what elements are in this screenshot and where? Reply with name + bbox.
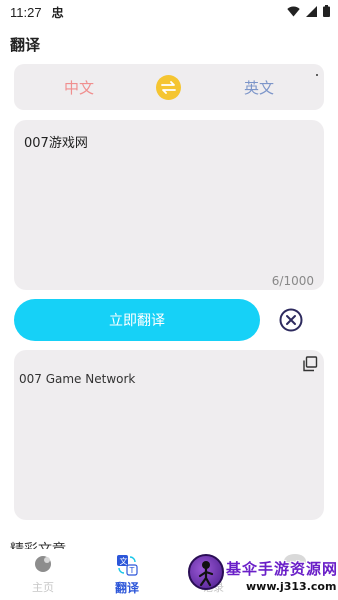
clear-button[interactable] bbox=[279, 308, 303, 332]
language-selector: 中文 英文 bbox=[14, 64, 324, 110]
nav-item-translate[interactable]: 文 T 翻译 bbox=[92, 549, 162, 600]
character-count: 6/1000 bbox=[271, 274, 314, 288]
source-text[interactable]: 007游戏网 bbox=[24, 132, 88, 151]
close-circle-icon bbox=[279, 308, 303, 332]
result-text: 007 Game Network bbox=[19, 372, 136, 386]
wifi-icon bbox=[287, 6, 300, 16]
swap-icon bbox=[161, 81, 176, 94]
svg-text:文: 文 bbox=[120, 556, 128, 566]
watermark-title: 基伞手游资源网 bbox=[226, 560, 338, 578]
status-bar: 11:27 忠 bbox=[0, 0, 338, 24]
copy-icon bbox=[303, 356, 318, 372]
source-language[interactable]: 中文 bbox=[64, 77, 94, 98]
nav-label-home: 主页 bbox=[32, 581, 54, 594]
copy-button[interactable] bbox=[302, 356, 318, 372]
translation-result: 007 Game Network bbox=[14, 350, 324, 520]
svg-text:T: T bbox=[129, 566, 135, 575]
status-time: 11:27 bbox=[10, 4, 42, 20]
source-text-input[interactable]: 007游戏网 6/1000 bbox=[14, 120, 324, 290]
nav-item-home[interactable]: 主页 bbox=[8, 549, 78, 600]
battery-icon bbox=[323, 5, 330, 17]
translate-icon: 文 T bbox=[117, 555, 138, 576]
signal-icon bbox=[306, 5, 317, 17]
watermark-logo-icon bbox=[188, 554, 224, 590]
translate-button[interactable]: 立即翻译 bbox=[14, 299, 260, 341]
target-language[interactable]: 英文 bbox=[244, 77, 274, 98]
swap-languages-button[interactable] bbox=[156, 75, 181, 100]
status-icons bbox=[287, 5, 330, 17]
status-notification-glyph: 忠 bbox=[51, 5, 64, 20]
decorative-dot bbox=[316, 74, 318, 76]
watermark-url: www.j313.com bbox=[246, 580, 337, 593]
nav-label-translate: 翻译 bbox=[114, 581, 139, 595]
site-watermark: 基伞手游资源网 www.j313.com bbox=[188, 554, 338, 598]
page-title: 翻译 bbox=[10, 36, 41, 54]
home-icon bbox=[35, 556, 51, 572]
